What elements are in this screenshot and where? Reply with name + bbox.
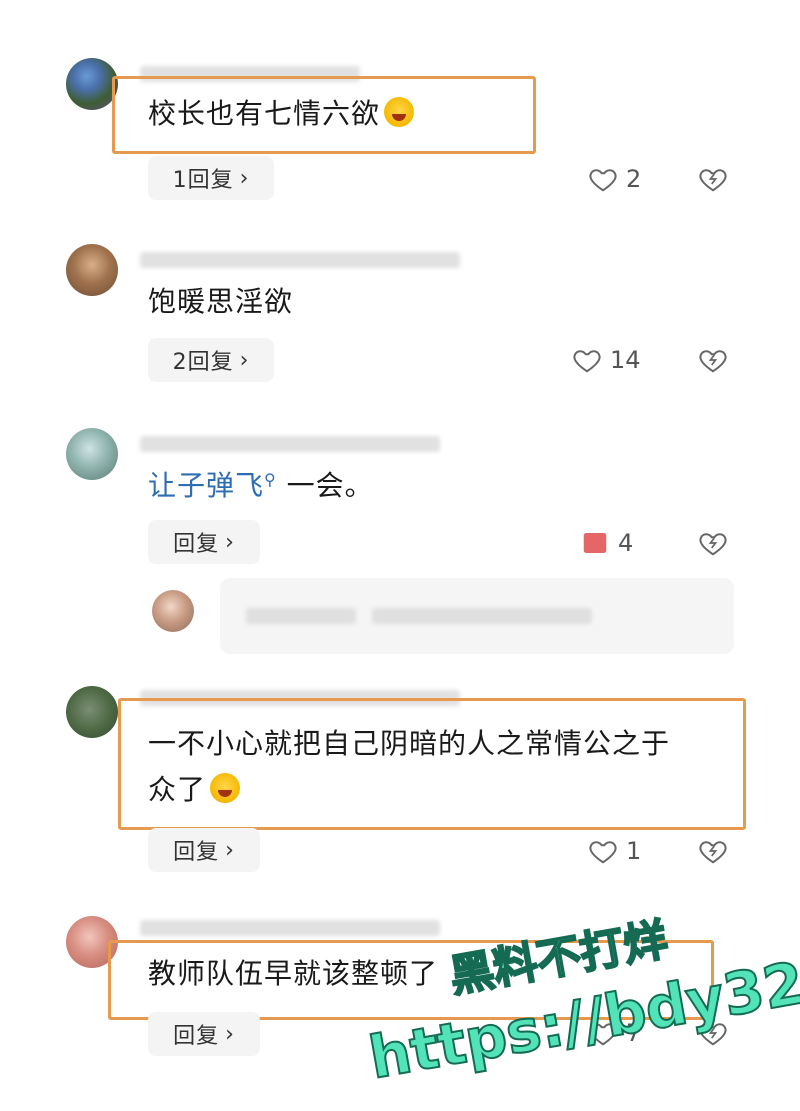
reply-button[interactable]: 2回复 › xyxy=(148,338,274,382)
avatar[interactable] xyxy=(66,58,118,110)
blurred-text xyxy=(246,608,356,624)
dislike-heart-icon[interactable] xyxy=(698,164,728,194)
reply-preview-box[interactable] xyxy=(220,578,734,654)
like-button[interactable]: 2 xyxy=(588,164,641,194)
like-button[interactable]: 4 xyxy=(580,528,633,558)
heart-icon xyxy=(589,841,617,864)
highlight-box xyxy=(118,698,746,830)
blurred-text xyxy=(372,608,592,624)
search-icon[interactable]: ⚲ xyxy=(264,470,277,489)
avatar[interactable] xyxy=(66,686,118,738)
heart-icon xyxy=(573,350,601,373)
laughing-crying-emoji-icon xyxy=(210,773,241,803)
dislike-heart-icon[interactable] xyxy=(698,528,728,558)
search-link[interactable]: 让子弹飞 xyxy=(148,469,264,502)
username-blurred xyxy=(140,920,440,936)
avatar[interactable] xyxy=(66,428,118,480)
comment-text-line2: 众了 xyxy=(148,772,241,808)
heart-icon xyxy=(589,169,617,192)
comment-text-line1: 一不小心就把自己阴暗的人之常情公之于 xyxy=(148,727,671,760)
reply-button[interactable]: 1回复 › xyxy=(148,156,274,200)
dislike-heart-icon[interactable] xyxy=(698,345,728,375)
avatar[interactable] xyxy=(66,244,118,296)
comment-text: 教师队伍早就该整顿了 xyxy=(148,957,439,990)
comment-text: 让子弹飞⚲ 一会。 xyxy=(148,469,374,502)
laughing-crying-emoji-icon xyxy=(384,97,415,127)
like-button[interactable]: 14 xyxy=(572,345,641,375)
like-button[interactable]: 1 xyxy=(588,836,641,866)
avatar[interactable] xyxy=(152,590,194,632)
comment-text: 饱暖思淫欲 xyxy=(148,285,294,318)
reply-button[interactable]: 回复 › xyxy=(148,1012,260,1056)
username-blurred xyxy=(140,436,440,452)
reply-button[interactable]: 回复 › xyxy=(148,828,260,872)
heart-icon-liked xyxy=(583,533,607,553)
comment-text: 校长也有七情六欲 xyxy=(148,96,415,132)
username-blurred xyxy=(140,252,460,268)
dislike-heart-icon[interactable] xyxy=(698,836,728,866)
reply-button[interactable]: 回复 › xyxy=(148,520,260,564)
